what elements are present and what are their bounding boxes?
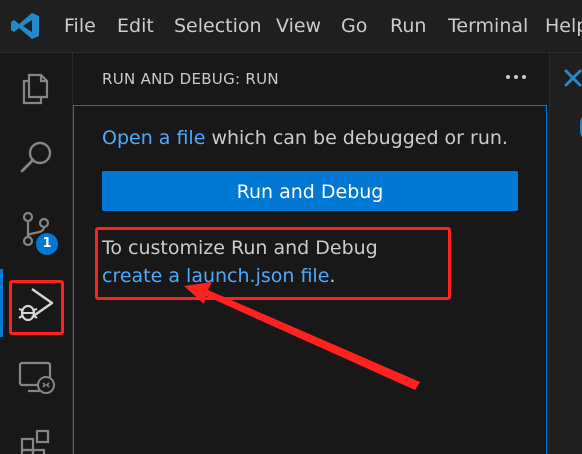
annotation-highlight-box bbox=[95, 227, 451, 300]
run-debug-sidebar: RUN AND DEBUG: RUN Open a file which can… bbox=[73, 53, 549, 454]
run-and-debug-button[interactable]: Run and Debug bbox=[102, 171, 518, 211]
active-indicator bbox=[0, 269, 3, 337]
menu-terminal[interactable]: Terminal bbox=[448, 14, 528, 38]
menu-help[interactable]: Help bbox=[545, 14, 582, 38]
remote-explorer-icon[interactable] bbox=[14, 355, 58, 399]
menu-view[interactable]: View bbox=[276, 14, 321, 38]
open-file-link[interactable]: Open a file bbox=[102, 127, 205, 149]
menu-go[interactable]: Go bbox=[341, 14, 367, 38]
search-icon[interactable] bbox=[14, 135, 58, 179]
menu-run[interactable]: Run bbox=[390, 14, 426, 38]
extensions-icon[interactable] bbox=[14, 423, 58, 454]
annotation-box-icon bbox=[9, 280, 64, 335]
menu-file[interactable]: File bbox=[64, 14, 96, 38]
menu-selection[interactable]: Selection bbox=[174, 14, 262, 38]
menu-bar: File Edit Selection View Go Run Terminal… bbox=[0, 0, 582, 53]
open-file-message: Open a file which can be debugged or run… bbox=[102, 127, 508, 149]
vscode-logo-icon bbox=[11, 13, 39, 39]
editor-area bbox=[549, 53, 582, 454]
open-file-message-text: which can be debugged or run. bbox=[205, 127, 508, 149]
files-icon[interactable] bbox=[14, 65, 58, 109]
vscode-window: File Edit Selection View Go Run Terminal… bbox=[0, 0, 582, 454]
sidebar-title: RUN AND DEBUG: RUN bbox=[102, 70, 279, 88]
close-icon[interactable] bbox=[562, 65, 582, 95]
scm-badge: 1 bbox=[36, 233, 58, 255]
more-actions-icon[interactable] bbox=[501, 65, 531, 89]
activity-bar: 1 bbox=[0, 53, 73, 454]
menu-edit[interactable]: Edit bbox=[117, 14, 154, 38]
